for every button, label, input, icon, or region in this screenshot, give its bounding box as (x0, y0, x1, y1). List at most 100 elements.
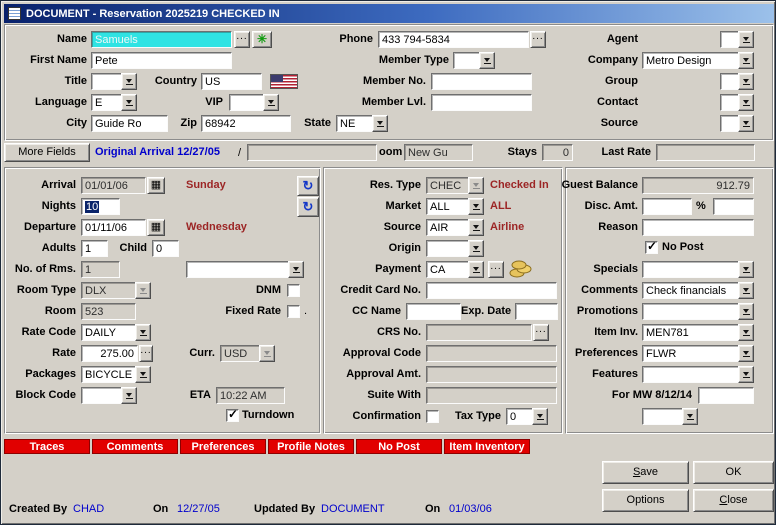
features-dropdown-button[interactable] (738, 366, 754, 383)
contact-dropdown-button[interactable] (738, 94, 754, 111)
rooms-dropdown-button[interactable] (288, 261, 304, 278)
title-field[interactable] (91, 73, 122, 90)
origin-field[interactable] (426, 240, 469, 257)
item-inv-dropdown-button[interactable] (738, 324, 754, 341)
vip-dropdown-button[interactable] (263, 94, 279, 111)
market-dropdown-button[interactable] (468, 198, 484, 215)
departure-calendar-icon[interactable]: ▦ (147, 219, 165, 236)
tax-type-dropdown-button[interactable] (532, 408, 548, 425)
fixed-rate-checkbox[interactable] (287, 305, 300, 318)
block-code-dropdown-button[interactable] (121, 387, 137, 404)
member-type-field[interactable] (453, 52, 480, 69)
nights-field[interactable]: 10 (81, 198, 120, 215)
member-no-field[interactable] (431, 73, 532, 90)
disc-percent-field[interactable] (713, 198, 754, 215)
member-lvl-field[interactable] (431, 94, 532, 111)
language-dropdown-button[interactable] (121, 94, 137, 111)
state-field[interactable]: NE (336, 115, 373, 132)
refresh-availability-icon[interactable]: ↻ (297, 197, 319, 217)
rate-code-field[interactable]: DAILY (81, 324, 136, 341)
member-type-dropdown-button[interactable] (479, 52, 495, 69)
dnm-checkbox[interactable] (287, 284, 300, 297)
arrival-calendar-icon[interactable]: ▦ (147, 177, 165, 194)
first-name-field[interactable]: Pete (91, 52, 232, 69)
profile-notes-button[interactable]: Profile Notes (268, 439, 354, 454)
market-field[interactable]: ALL (426, 198, 469, 215)
no-post-checkbox[interactable]: ✓ (645, 241, 658, 254)
features-field[interactable] (642, 366, 739, 383)
adults-field[interactable]: 1 (81, 240, 108, 257)
rate-more-button[interactable]: ... (139, 345, 153, 362)
specials-field[interactable] (642, 261, 739, 278)
payment-more-button[interactable]: ... (488, 261, 504, 278)
source-field[interactable] (720, 115, 739, 132)
close-button[interactable]: Close (693, 489, 774, 512)
credit-card-no-field[interactable] (426, 282, 557, 299)
percent-label: % (696, 198, 710, 215)
phone-more-button[interactable]: ... (530, 31, 546, 48)
res-source-dropdown-button[interactable] (468, 219, 484, 236)
state-dropdown-button[interactable] (372, 115, 388, 132)
promotions-dropdown-button[interactable] (738, 303, 754, 320)
language-field[interactable]: E (91, 94, 122, 111)
misc-dropdown-button[interactable] (682, 408, 698, 425)
misc-combo-field[interactable] (642, 408, 683, 425)
specials-dropdown-button[interactable] (738, 261, 754, 278)
agent-dropdown-button[interactable] (738, 31, 754, 48)
block-code-field[interactable] (81, 387, 122, 404)
profile-search-icon[interactable]: ✳ (252, 31, 272, 48)
traces-button[interactable]: Traces (4, 439, 90, 454)
payment-field[interactable]: CA (426, 261, 469, 278)
money-icon[interactable] (509, 260, 533, 281)
save-button[interactable]: Save (602, 461, 689, 484)
item-inv-field[interactable]: MEN781 (642, 324, 739, 341)
rate-code-dropdown-button[interactable] (135, 324, 151, 341)
packages-dropdown-button[interactable] (135, 366, 151, 383)
group-field[interactable] (720, 73, 739, 90)
cc-name-field[interactable] (406, 303, 461, 320)
vip-field[interactable] (229, 94, 264, 111)
disc-amt-field[interactable] (642, 198, 692, 215)
packages-field[interactable]: BICYCLE (81, 366, 136, 383)
group-dropdown-button[interactable] (738, 73, 754, 90)
title-dropdown-button[interactable] (121, 73, 137, 90)
company-field[interactable]: Metro Design (642, 52, 739, 69)
comments-button[interactable]: Comments (92, 439, 178, 454)
preferences-button[interactable]: Preferences (180, 439, 266, 454)
reason-field[interactable] (642, 219, 754, 236)
crs-more-button[interactable]: ... (533, 324, 549, 341)
phone-field[interactable]: 433 794-5834 (378, 31, 529, 48)
preferences-dropdown-button[interactable] (738, 345, 754, 362)
name-field[interactable]: Samuels (91, 31, 232, 48)
res-source-field[interactable]: AIR (426, 219, 469, 236)
stays-field: 0 (542, 144, 573, 161)
company-dropdown-button[interactable] (738, 52, 754, 69)
comments-dropdown-button[interactable] (738, 282, 754, 299)
rate-field[interactable]: 275.00 (81, 345, 138, 362)
tax-type-field[interactable]: 0 (506, 408, 533, 425)
more-fields-button[interactable]: More Fields (4, 143, 90, 162)
comments-field[interactable]: Check financials (642, 282, 739, 299)
origin-dropdown-button[interactable] (468, 240, 484, 257)
agent-field[interactable] (720, 31, 739, 48)
country-field[interactable]: US (201, 73, 262, 90)
payment-dropdown-button[interactable] (468, 261, 484, 278)
for-mw-field[interactable] (698, 387, 754, 404)
options-button[interactable]: Options (602, 489, 689, 512)
refresh-rate-icon[interactable]: ↻ (297, 176, 319, 196)
confirmation-checkbox[interactable] (426, 410, 439, 423)
turndown-checkbox[interactable]: ✓ (226, 409, 239, 422)
preferences-field[interactable]: FLWR (642, 345, 739, 362)
name-more-button[interactable]: ... (234, 31, 250, 48)
contact-field[interactable] (720, 94, 739, 111)
promotions-field[interactable] (642, 303, 739, 320)
departure-field[interactable]: 01/11/06 (81, 219, 146, 236)
original-arrival-link[interactable]: Original Arrival 12/27/05 (95, 144, 245, 161)
ok-button[interactable]: OK (693, 461, 774, 484)
child-field[interactable]: 0 (152, 240, 179, 257)
chevron-down-icon (140, 288, 147, 294)
no-post-button[interactable]: No Post (356, 439, 442, 454)
source-dropdown-button[interactable] (738, 115, 754, 132)
item-inventory-button[interactable]: Item Inventory (444, 439, 530, 454)
rooms-combo-field[interactable] (186, 261, 289, 278)
